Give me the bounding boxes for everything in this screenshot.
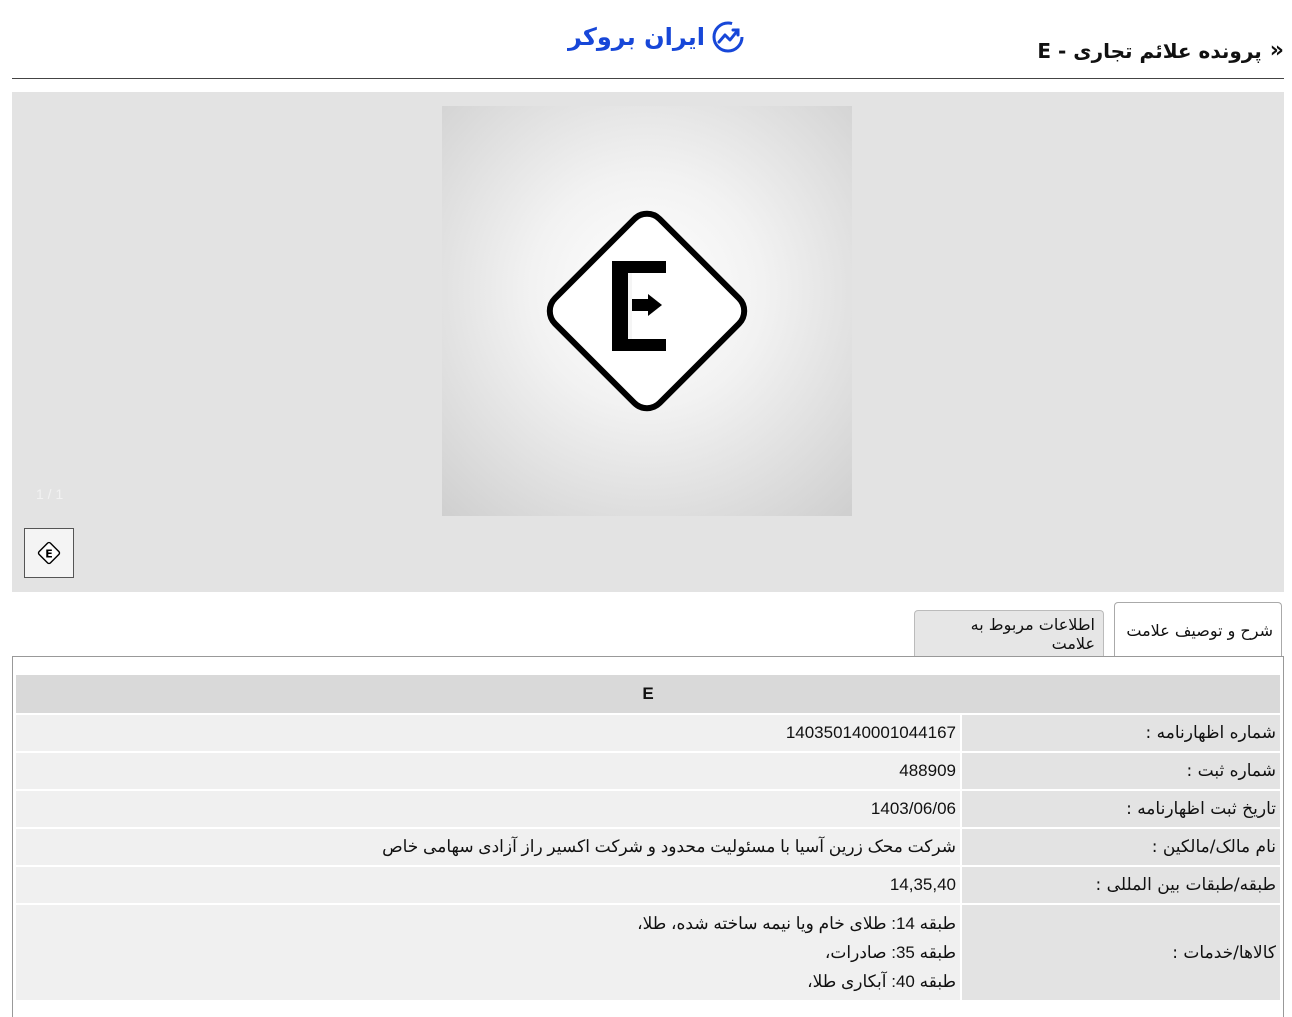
row-label: شماره ثبت : bbox=[960, 751, 1282, 791]
trademark-thumbnail-icon: E bbox=[37, 541, 61, 565]
header: ایران بروکر « پرونده علائم تجاری - E bbox=[12, 0, 1284, 79]
thumbnail[interactable]: E bbox=[24, 528, 74, 578]
row-label: نام مالک/مالکین : bbox=[960, 827, 1282, 867]
table-row: تاریخ ثبت اظهارنامه : 1403/06/06 bbox=[14, 789, 1282, 829]
trademark-logo bbox=[546, 210, 748, 412]
row-value: 488909 bbox=[14, 751, 962, 791]
image-counter: 1 / 1 bbox=[36, 486, 64, 502]
table-row: شماره ثبت : 488909 bbox=[14, 751, 1282, 791]
tab-related-info-label: اطلاعات مربوط به علامت bbox=[970, 614, 1095, 653]
row-label: طبقه/طبقات بین المللی : bbox=[960, 865, 1282, 905]
row-value: 140350140001044167 bbox=[14, 713, 962, 753]
row-label: تاریخ ثبت اظهارنامه : bbox=[960, 789, 1282, 829]
table-row: کالاها/خدمات : طبقه 14: طلای خام ویا نیم… bbox=[14, 903, 1282, 1002]
goods-line: طبقه 14: طلای خام ویا نیمه ساخته شده، طل… bbox=[637, 914, 956, 933]
row-value: 14,35,40 bbox=[14, 865, 962, 905]
chart-logo-icon bbox=[712, 21, 744, 53]
thumbnail-letter: E bbox=[45, 548, 53, 561]
row-label: شماره اظهارنامه : bbox=[960, 713, 1282, 753]
row-label: کالاها/خدمات : bbox=[960, 903, 1282, 1002]
trademark-info-table: E شماره اظهارنامه : 140350140001044167 ش… bbox=[14, 673, 1282, 1002]
site-logo[interactable]: ایران بروکر bbox=[568, 20, 745, 54]
tab-related-info[interactable]: اطلاعات مربوط به علامت bbox=[914, 610, 1104, 656]
logo-text: ایران بروکر bbox=[568, 23, 706, 51]
goods-line: طبقه 35: صادرات، bbox=[824, 943, 956, 962]
row-value: 1403/06/06 bbox=[14, 789, 962, 829]
table-row: طبقه/طبقات بین المللی : 14,35,40 bbox=[14, 865, 1282, 905]
image-gallery: 1 / 1 E bbox=[12, 92, 1284, 592]
goods-line: طبقه 40: آبکاری طلا، bbox=[807, 972, 956, 991]
tab-description[interactable]: شرح و توصیف علامت bbox=[1114, 602, 1282, 658]
tab-description-label: شرح و توصیف علامت bbox=[1126, 621, 1273, 640]
tab-bar: شرح و توصیف علامت اطلاعات مربوط به علامت bbox=[12, 602, 1284, 658]
page-title: « پرونده علائم تجاری - E bbox=[1037, 38, 1284, 63]
row-value: شرکت محک زرین آسیا با مسئولیت محدود و شر… bbox=[14, 827, 962, 867]
trademark-image[interactable] bbox=[442, 106, 852, 516]
table-row: شماره اظهارنامه : 140350140001044167 bbox=[14, 713, 1282, 753]
double-chevron-icon: « bbox=[1269, 38, 1284, 63]
table-row: نام مالک/مالکین : شرکت محک زرین آسیا با … bbox=[14, 827, 1282, 867]
tab-panel: E شماره اظهارنامه : 140350140001044167 ش… bbox=[12, 656, 1284, 1017]
info-heading: E bbox=[14, 673, 1282, 715]
goods-services-value: طبقه 14: طلای خام ویا نیمه ساخته شده، طل… bbox=[14, 903, 962, 1002]
page-title-text: پرونده علائم تجاری - E bbox=[1037, 38, 1262, 63]
